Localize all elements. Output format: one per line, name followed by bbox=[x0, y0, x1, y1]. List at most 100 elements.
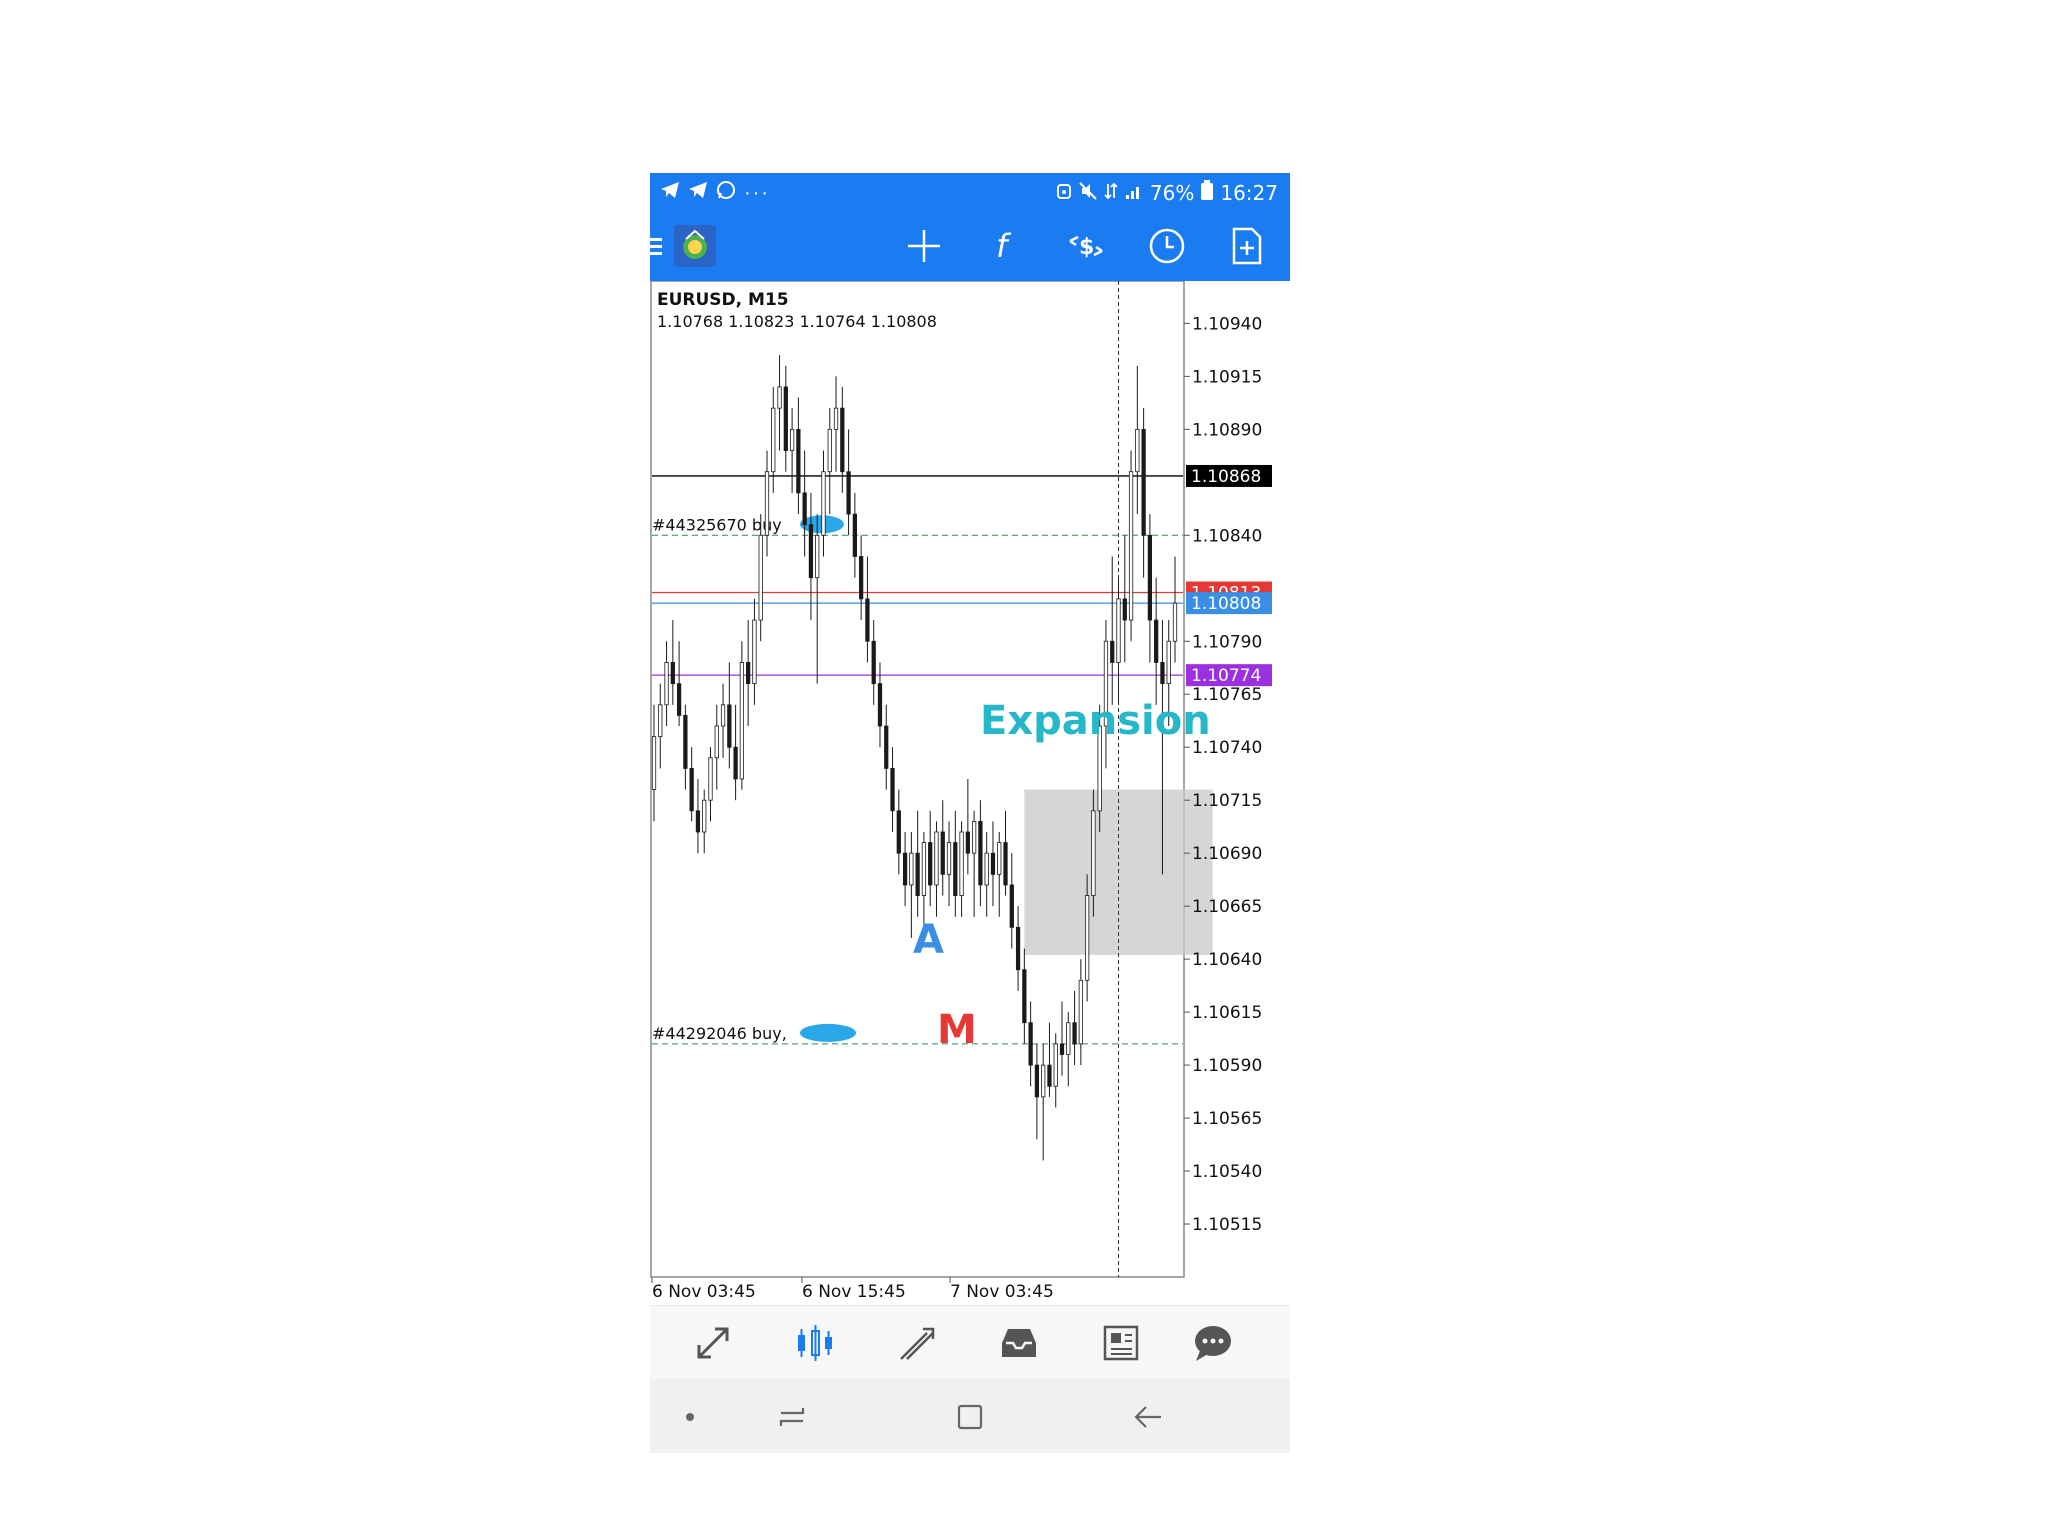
candle-body bbox=[902, 852, 908, 886]
status-icons-right: 76% 16:27 bbox=[1056, 180, 1278, 205]
x-tick-label: 7 Nov 03:45 bbox=[950, 1282, 1054, 1302]
signal-icon bbox=[1125, 181, 1143, 205]
candle-body bbox=[1110, 640, 1115, 663]
candle-body bbox=[783, 386, 788, 451]
candle-body bbox=[1078, 979, 1083, 1045]
menu-icon[interactable] bbox=[650, 225, 668, 267]
home-icon[interactable] bbox=[952, 1399, 988, 1435]
mute-icon bbox=[1079, 181, 1097, 205]
chart-symbol: EURUSD, M15 bbox=[657, 290, 789, 310]
candle-body bbox=[984, 852, 989, 886]
crosshair-icon[interactable] bbox=[903, 225, 945, 267]
candle-body bbox=[708, 757, 713, 801]
status-icons-left: ··· bbox=[660, 180, 770, 206]
candle-body bbox=[746, 662, 751, 685]
candle-body bbox=[1015, 926, 1021, 971]
price-label-3: 1.10774 bbox=[1186, 664, 1272, 687]
candle-body bbox=[689, 768, 694, 812]
clock-time: 16:27 bbox=[1220, 180, 1278, 205]
candle-body bbox=[796, 428, 801, 494]
y-tick-label: 1.10915 bbox=[1192, 367, 1262, 387]
candle-body bbox=[720, 704, 726, 727]
candle-body bbox=[840, 407, 845, 473]
status-bar: ··· 76% 16:27 bbox=[650, 173, 1290, 211]
back-icon[interactable] bbox=[1130, 1399, 1166, 1435]
candle-body bbox=[965, 831, 970, 854]
candle-body bbox=[1041, 1064, 1046, 1098]
dollar-arrows-icon[interactable]: $ bbox=[1065, 225, 1107, 267]
price-label-2: 1.10808 bbox=[1186, 592, 1272, 615]
price-label-text: 1.10808 bbox=[1191, 594, 1261, 614]
candle-body bbox=[821, 471, 826, 536]
new-order-icon[interactable] bbox=[1226, 225, 1268, 267]
y-tick-label: 1.10640 bbox=[1192, 950, 1262, 970]
price-label-text: 1.10774 bbox=[1191, 666, 1261, 686]
candle-body bbox=[1116, 598, 1121, 663]
candle-body bbox=[884, 725, 889, 769]
more-dots-icon: ··· bbox=[744, 181, 770, 204]
chart-icon[interactable] bbox=[792, 1320, 838, 1366]
quotes-icon[interactable] bbox=[690, 1320, 736, 1366]
candle-body bbox=[1166, 640, 1171, 685]
candle-body bbox=[1028, 1022, 1033, 1066]
candle-body bbox=[714, 725, 719, 759]
candle-body bbox=[676, 683, 682, 716]
candle-body bbox=[664, 662, 669, 706]
candle-body bbox=[1147, 534, 1153, 621]
candle-body bbox=[739, 662, 745, 780]
candle-body bbox=[928, 842, 933, 886]
y-tick-label: 1.10515 bbox=[1192, 1215, 1262, 1235]
candle-body bbox=[909, 852, 914, 886]
order-label-0: #44325670 buy bbox=[652, 515, 782, 534]
function-icon[interactable]: f bbox=[984, 225, 1026, 267]
candle-body bbox=[702, 799, 707, 833]
candle-body bbox=[695, 810, 701, 833]
clock-icon[interactable] bbox=[1146, 225, 1188, 267]
candle-body bbox=[1154, 619, 1159, 663]
bottom-nav bbox=[650, 1305, 1290, 1380]
candle-body bbox=[890, 768, 895, 812]
candle-body bbox=[846, 471, 851, 515]
news-icon[interactable] bbox=[1098, 1320, 1144, 1366]
candle-body bbox=[1009, 884, 1014, 928]
y-tick-label: 1.10615 bbox=[1192, 1003, 1262, 1023]
candle-body bbox=[771, 407, 776, 473]
y-tick-label: 1.10665 bbox=[1192, 897, 1262, 917]
top-toolbar: f $ bbox=[650, 211, 1290, 281]
battery-percent: 76% bbox=[1149, 180, 1195, 205]
candle-body bbox=[789, 428, 795, 451]
y-tick-label: 1.10940 bbox=[1192, 314, 1262, 334]
candle-body bbox=[815, 534, 820, 579]
candle-body bbox=[997, 842, 1002, 875]
candle-body bbox=[1141, 428, 1146, 536]
time-axis: 6 Nov 03:45 6 Nov 15:45 7 Nov 03:45 bbox=[651, 1277, 1054, 1302]
candle-body bbox=[658, 704, 663, 738]
data-icon bbox=[1104, 181, 1118, 205]
y-tick-label: 1.10840 bbox=[1192, 526, 1262, 546]
chart-area[interactable]: #44325670 buy #44292046 buy, 1.10940 1.109… bbox=[650, 280, 1290, 1453]
candle-body bbox=[978, 820, 983, 886]
candle-body bbox=[871, 640, 876, 685]
chart-plot-frame bbox=[650, 280, 1185, 1278]
candle-body bbox=[946, 842, 952, 875]
candle-body bbox=[1047, 1064, 1052, 1087]
chat-icon[interactable] bbox=[1190, 1320, 1236, 1366]
candle-body bbox=[808, 524, 814, 579]
app-logo-icon[interactable] bbox=[674, 225, 716, 267]
y-tick-label: 1.10890 bbox=[1192, 420, 1262, 440]
price-chart[interactable]: #44325670 buy#44292046 buy, 1.109401.109… bbox=[650, 280, 1290, 1311]
y-tick-label: 1.10715 bbox=[1192, 791, 1262, 811]
recent-apps-icon[interactable] bbox=[774, 1399, 810, 1435]
candle-body bbox=[953, 842, 958, 896]
candle bbox=[1128, 450, 1134, 642]
y-tick-label: 1.10690 bbox=[1192, 844, 1262, 864]
candle-body bbox=[1034, 1064, 1040, 1098]
candle-body bbox=[972, 820, 977, 854]
candle-body bbox=[859, 556, 864, 600]
trade-icon[interactable] bbox=[894, 1320, 940, 1366]
candle-body bbox=[758, 534, 763, 621]
history-icon[interactable] bbox=[996, 1320, 1042, 1366]
dot-icon[interactable] bbox=[672, 1399, 708, 1435]
chart-ohlc: 1.10768 1.10823 1.10764 1.10808 bbox=[657, 312, 937, 331]
y-tick-label: 1.10540 bbox=[1192, 1162, 1262, 1182]
